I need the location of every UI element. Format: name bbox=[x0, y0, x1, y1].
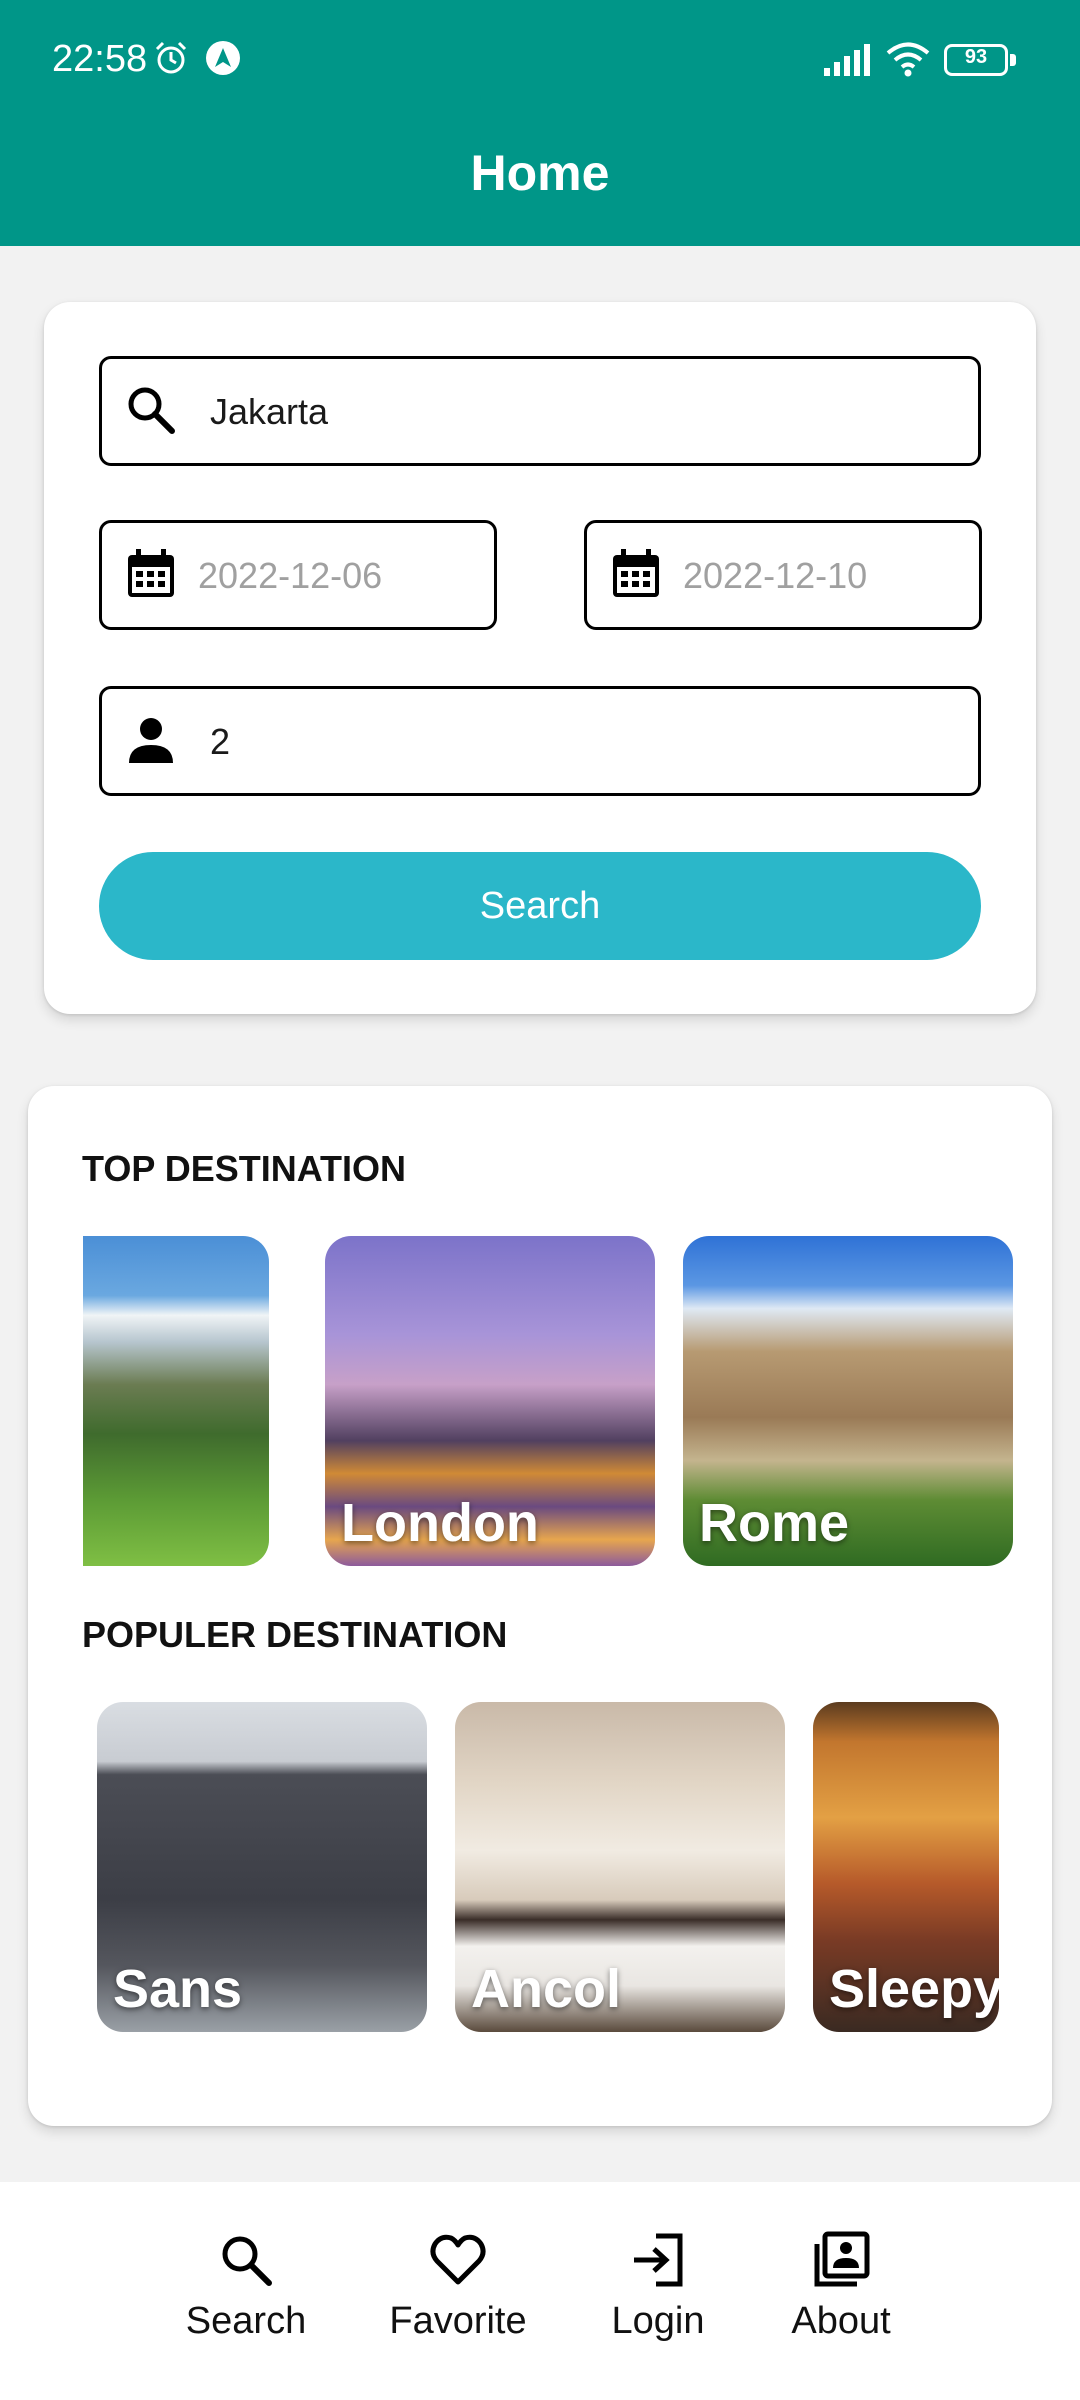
signal-icon bbox=[824, 44, 870, 76]
destination-card[interactable]: Ancol bbox=[455, 1702, 785, 2032]
destination-card[interactable]: Rome bbox=[683, 1236, 1013, 1566]
nav-label: About bbox=[791, 2300, 891, 2342]
alarm-icon bbox=[155, 41, 187, 74]
checkin-placeholder: 2022-12-06 bbox=[198, 555, 383, 596]
checkout-placeholder: 2022-12-10 bbox=[683, 555, 868, 596]
login-icon bbox=[634, 2233, 683, 2287]
destination-label: Rome bbox=[699, 1493, 850, 1553]
destination-card[interactable]: Sans bbox=[97, 1702, 427, 2032]
location-value: Jakarta bbox=[210, 391, 329, 432]
person-icon bbox=[129, 718, 173, 763]
destination-label: Sans bbox=[113, 1959, 243, 2019]
destination-label: Ancol bbox=[471, 1959, 622, 2019]
popular-destination-carousel[interactable]: Sans Ancol Sleepy bbox=[83, 1702, 1025, 2032]
bottom-navigation: Search Favorite Login About bbox=[0, 2182, 1080, 2400]
nav-about[interactable]: About bbox=[756, 2230, 926, 2370]
wifi-icon bbox=[886, 42, 930, 77]
guests-input[interactable]: 2 bbox=[99, 686, 981, 796]
heart-icon bbox=[430, 2234, 486, 2285]
nav-label: Favorite bbox=[389, 2300, 527, 2342]
checkin-date-input[interactable]: 2022-12-06 bbox=[99, 520, 497, 630]
destinations-card: TOP DESTINATION s London Rome POPULER DE… bbox=[28, 1086, 1052, 2126]
battery-level: 93 bbox=[964, 46, 988, 68]
checkout-date-input[interactable]: 2022-12-10 bbox=[584, 520, 982, 630]
status-bar: 22:58 93 bbox=[0, 0, 1080, 122]
guests-value: 2 bbox=[210, 721, 231, 762]
destination-card[interactable]: s bbox=[83, 1236, 269, 1566]
destination-card[interactable]: London bbox=[325, 1236, 655, 1566]
destination-label: Sleepy bbox=[829, 1959, 999, 2019]
top-destination-carousel[interactable]: s London Rome bbox=[83, 1236, 1013, 1566]
nav-favorite[interactable]: Favorite bbox=[373, 2230, 543, 2370]
battery-icon: 93 bbox=[944, 44, 1016, 76]
location-input[interactable]: Jakarta bbox=[99, 356, 981, 466]
nav-label: Login bbox=[611, 2300, 705, 2342]
app-bar: Home bbox=[0, 122, 1080, 246]
nav-search[interactable]: Search bbox=[161, 2230, 331, 2370]
navigation-icon bbox=[206, 41, 240, 75]
popular-destination-title: POPULER DESTINATION bbox=[82, 1614, 508, 1655]
search-button[interactable]: Search bbox=[99, 852, 981, 960]
page-title: Home bbox=[470, 145, 610, 201]
search-card: Jakarta 2022-12-06 2022-12-10 2 Search bbox=[44, 302, 1036, 1014]
calendar-icon bbox=[128, 549, 174, 597]
status-time: 22:58 bbox=[52, 38, 148, 80]
about-icon bbox=[814, 2231, 870, 2287]
app-root: 22:58 93 Home Jakarta 2022-12-06 2022-12… bbox=[0, 0, 1080, 2400]
search-icon bbox=[128, 387, 175, 434]
destination-label: London bbox=[341, 1493, 539, 1553]
calendar-icon bbox=[613, 549, 659, 597]
nav-label: Search bbox=[185, 2300, 307, 2342]
search-icon bbox=[222, 2236, 272, 2286]
destination-card[interactable]: Sleepy bbox=[813, 1702, 999, 2032]
nav-login[interactable]: Login bbox=[573, 2230, 743, 2370]
top-destination-title: TOP DESTINATION bbox=[82, 1148, 407, 1189]
